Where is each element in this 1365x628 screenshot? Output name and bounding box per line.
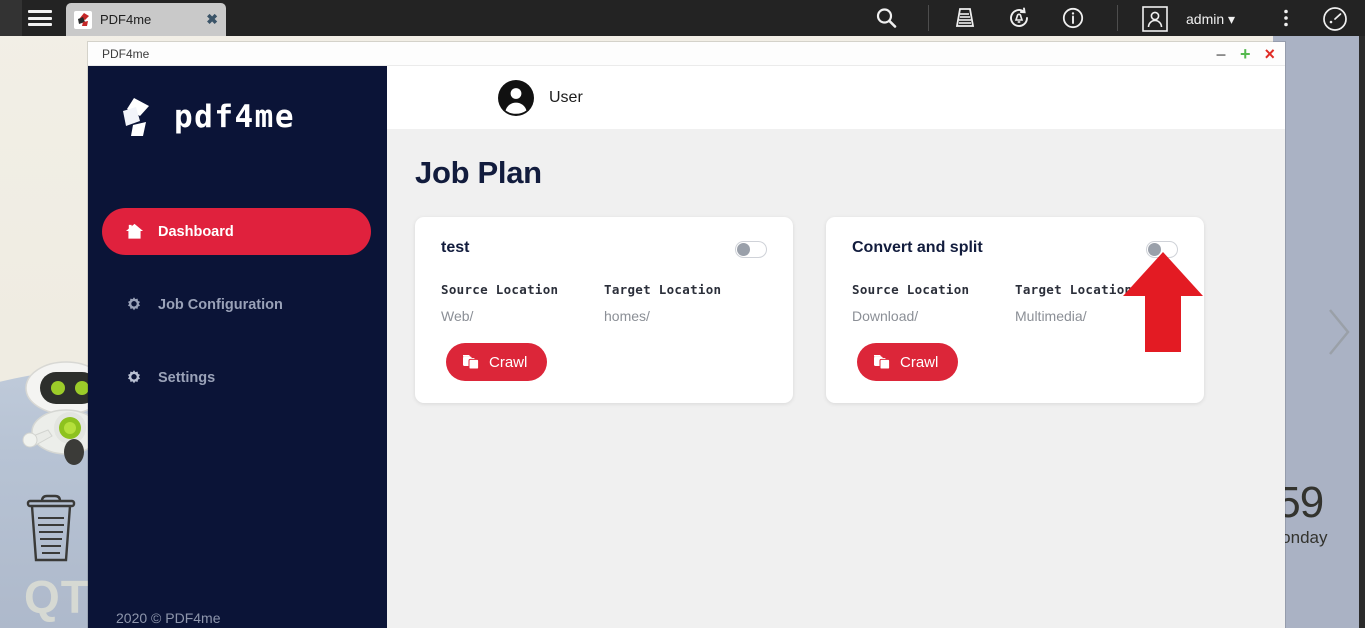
gear-icon [124,295,144,315]
sidebar: pdf4me Dashboard Job Configuration Setti… [88,66,387,628]
crawl-button[interactable]: Crawl [857,343,959,381]
source-location-label: Source Location [441,282,559,297]
target-location-label: Target Location [1015,282,1133,297]
browser-bar-left-shade [0,0,22,36]
copy-files-icon [873,353,891,371]
hamburger-menu-icon[interactable] [28,8,52,28]
close-icon[interactable]: ✖ [206,11,218,28]
target-location-value: homes/ [604,308,650,324]
trash-bin-icon[interactable] [18,492,84,564]
sidebar-logo-text: pdf4me [174,99,295,135]
main-content: User Job Plan test Source Location Web/ … [387,66,1285,628]
toolbar-divider-2 [1117,5,1118,31]
header-user-name: User [549,88,583,106]
sidebar-item-label: Dashboard [158,223,234,240]
sync-refresh-icon[interactable] [1007,6,1031,35]
target-location-label: Target Location [604,282,722,297]
sidebar-item-settings[interactable]: Settings [102,354,371,401]
documents-stack-icon[interactable] [953,6,977,35]
source-location-label: Source Location [852,282,970,297]
job-enable-toggle[interactable] [735,241,767,258]
source-location-value: Web/ [441,308,474,324]
kebab-menu-icon[interactable] [1274,6,1298,35]
pdf4me-logo-icon [116,94,162,140]
job-plan-card[interactable]: Convert and split Source Location Downlo… [826,217,1204,403]
window-controls: – + × [1216,42,1275,66]
browser-tab-title: PDF4me [100,12,152,27]
qt-desktop-label: QT [24,571,90,623]
source-location-column: Source Location Web/ [441,282,604,324]
speedometer-icon[interactable] [1322,6,1348,37]
toggle-knob [1148,243,1161,256]
target-location-column: Target Location Multimedia/ [1015,282,1178,324]
page-title: Job Plan [415,155,542,190]
crawl-button-label: Crawl [489,353,528,371]
sidebar-item-label: Job Configuration [158,296,283,313]
account-avatar-icon[interactable] [1142,6,1168,37]
home-icon [124,222,144,242]
job-plan-card-list: test Source Location Web/ Target Locatio… [415,217,1285,403]
maximize-button[interactable]: + [1240,45,1251,63]
pdf4me-app-window: PDF4me – + × pdf4me Dashboard Job Config… [88,42,1285,628]
pdf4me-favicon [74,10,92,29]
minimize-button[interactable]: – [1216,45,1226,63]
card-title: Convert and split [852,239,983,256]
browser-toolbar: PDF4me ✖ admin ▾ [0,0,1365,36]
main-header: User [387,66,1285,129]
sidebar-footer-copyright: 2020 © PDF4me [116,610,221,626]
copy-files-icon [462,353,480,371]
target-location-value: Multimedia/ [1015,308,1087,324]
sidebar-nav: Dashboard Job Configuration Settings [88,208,387,401]
toolbar-divider-1 [928,5,929,31]
target-location-column: Target Location homes/ [604,282,767,324]
app-window-title: PDF4me [102,46,150,61]
info-icon[interactable] [1061,6,1085,35]
browser-tab-pdf4me[interactable]: PDF4me ✖ [66,3,226,36]
sidebar-logo[interactable]: pdf4me [88,66,387,176]
app-body: pdf4me Dashboard Job Configuration Setti… [88,66,1285,628]
search-icon[interactable] [874,6,898,35]
job-enable-toggle[interactable] [1146,241,1178,258]
crawl-button[interactable]: Crawl [446,343,548,381]
card-title: test [441,239,470,256]
app-titlebar: PDF4me – + × [88,42,1285,66]
job-plan-card[interactable]: test Source Location Web/ Target Locatio… [415,217,793,403]
toggle-knob [737,243,750,256]
sidebar-item-label: Settings [158,369,216,386]
gear-icon [124,368,144,388]
source-location-column: Source Location Download/ [852,282,1015,324]
source-location-value: Download/ [852,308,919,324]
sidebar-item-job-configuration[interactable]: Job Configuration [102,281,371,328]
account-menu-label[interactable]: admin ▾ [1186,11,1235,28]
crawl-button-label: Crawl [900,353,939,371]
chevron-right-icon[interactable] [1318,300,1358,364]
content-area: Job Plan test Source Location Web/ Targe… [387,129,1285,403]
user-avatar-icon[interactable] [497,79,535,117]
close-button[interactable]: × [1264,45,1275,63]
sidebar-item-dashboard[interactable]: Dashboard [102,208,371,255]
